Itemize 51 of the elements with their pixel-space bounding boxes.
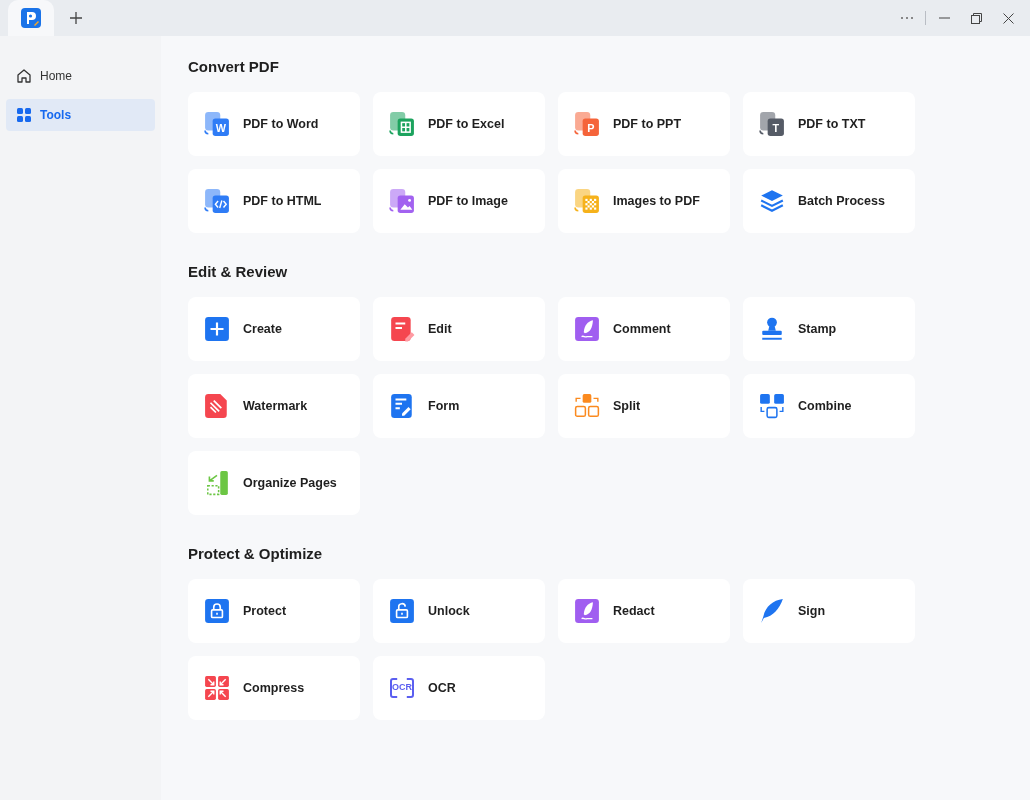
section-title: Edit & Review (188, 262, 289, 282)
tool-card[interactable]: Edit (373, 297, 545, 361)
tool-card[interactable]: W PDF to Word (188, 92, 360, 156)
quill-icon (574, 316, 600, 342)
form-icon (389, 393, 415, 419)
tool-card[interactable]: P PDF to PPT (558, 92, 730, 156)
tool-card[interactable]: Unlock (373, 579, 545, 643)
combine-icon (759, 393, 785, 419)
tool-card[interactable]: Redact (558, 579, 730, 643)
tool-card[interactable]: Split (558, 374, 730, 438)
tool-card[interactable]: Stamp (743, 297, 915, 361)
tool-card[interactable]: PDF to Excel (373, 92, 545, 156)
split-icon (574, 393, 600, 419)
tool-card[interactable]: Batch Process (743, 169, 915, 233)
tool-card[interactable]: Sign (743, 579, 915, 643)
plus-icon (70, 12, 82, 24)
image-document-icon (389, 188, 415, 214)
code-document-icon (204, 188, 230, 214)
tool-card[interactable]: OCR OCR (373, 656, 545, 720)
quill-icon (574, 598, 600, 624)
stamp-icon (759, 316, 785, 342)
unlock-icon (389, 598, 415, 624)
striped-document-icon (204, 393, 230, 419)
tool-card[interactable]: PDF to Image (373, 169, 545, 233)
grid-icon (16, 107, 32, 123)
checkered-document-icon (574, 188, 600, 214)
home-icon (16, 68, 32, 84)
sidebar-item[interactable]: Tools (6, 99, 155, 131)
tool-card[interactable]: Compress (188, 656, 360, 720)
section-title: Convert PDF (188, 57, 280, 77)
tool-card[interactable]: PDF to HTML (188, 169, 360, 233)
tool-card[interactable]: Create (188, 297, 360, 361)
lock-icon (204, 598, 230, 624)
section-title: Protect & Optimize (188, 544, 324, 564)
note-pen-icon (389, 316, 415, 342)
plus-icon (204, 316, 230, 342)
tool-card[interactable]: Images to PDF (558, 169, 730, 233)
tool-card[interactable]: Protect (188, 579, 360, 643)
organize-pages-icon (204, 470, 230, 496)
tool-card[interactable]: Organize Pages (188, 451, 360, 515)
spreadsheet-document-icon (389, 111, 415, 137)
layers-icon (759, 188, 785, 214)
sidebar-item[interactable]: Home (6, 60, 155, 92)
app-logo-icon (21, 8, 41, 28)
tool-card[interactable]: T PDF to TXT (743, 92, 915, 156)
tool-card[interactable]: Combine (743, 374, 915, 438)
compress-icon (204, 675, 230, 701)
tool-card[interactable]: Comment (558, 297, 730, 361)
tool-card[interactable]: Form (373, 374, 545, 438)
app-tab[interactable] (8, 0, 54, 36)
tool-card[interactable]: Watermark (188, 374, 360, 438)
